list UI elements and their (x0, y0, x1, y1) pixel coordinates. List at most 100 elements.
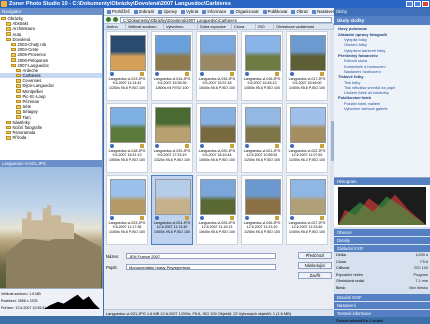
thumbnail-cell[interactable]: Languedoc-vi-015.JPG 9.6.2007 15:37:18 1/6… (196, 31, 238, 101)
thumbnail-cell[interactable]: Languedoc-vi-017.JPG 9.6.2007 15:46:00 1/4… (286, 31, 328, 101)
section-settings[interactable]: Nastavení (334, 302, 430, 309)
toolbar-item[interactable]: Informace (202, 9, 226, 14)
toolbar-item[interactable]: Úpravy (158, 9, 177, 14)
thumbnail-caption: Languedoc-vi-013.JPG 9.6.2007 11:14:42 1/2… (107, 77, 147, 90)
histogram-title[interactable]: Histogram (334, 178, 430, 185)
section-details[interactable]: Detaily (334, 237, 430, 244)
thumbnail-grid: Languedoc-vi-013.JPG 9.6.2007 11:14:42 1/2… (106, 31, 330, 249)
column-header-cell[interactable]: Velikost souboru (126, 24, 164, 29)
thumbnail-cell[interactable]: Languedoc-vi-023.JPG 9.6.2007 11:17:38 1/4… (106, 175, 148, 245)
section-basic-exif[interactable]: Základní EXIF (334, 245, 430, 252)
toolbar-label: Publikovat (267, 9, 288, 14)
toolbar-item[interactable]: Prohlížeč (107, 9, 130, 14)
section-detailed-exif[interactable]: Detailní EXIF (334, 294, 430, 301)
thumbnail-cell[interactable]: Languedoc-vi-027.JPG 12.6.2007 11:23:46 1/… (286, 175, 328, 245)
tree-item[interactable]: Příroda (0, 135, 102, 140)
toolbar-icon (230, 9, 235, 14)
toolbar-item[interactable]: Vybrat (181, 9, 198, 14)
caption-exif: 1/500s f/5.6 P,ISO 100 (244, 85, 280, 90)
toolbar-item[interactable]: Organizovat (230, 9, 259, 14)
photo-thumbnail (290, 35, 326, 71)
photo-thumbnail (110, 107, 146, 143)
address-input[interactable]: C:\Dokumenty\Obrázky\Dovolená\2007 Langu… (120, 16, 332, 23)
next-button[interactable]: Následující (298, 262, 332, 269)
info-icon (245, 216, 249, 220)
toolbar-label: Obraz (296, 9, 309, 14)
thumbnail-caption: Languedoc-vi-019.JPG 9.6.2007 17:23:19 1/3… (152, 149, 192, 162)
thumbnail-cell[interactable]: Languedoc-vi-019.JPG 9.6.2007 17:23:19 1/3… (151, 103, 193, 173)
toolbar-icon (202, 9, 207, 14)
thumbnail-cell[interactable]: Languedoc-vi-016.JPG 9.6.2007 15:45:13 1/5… (241, 31, 283, 101)
thumbnail-cell[interactable]: Languedoc-vi-021.JPG 12.6.2007 10:55:51 1/… (241, 103, 283, 173)
caption-date: 12.6.2007 11:13:40 (156, 225, 188, 230)
exif-key: Clona (336, 259, 346, 264)
photo-thumbnail (200, 35, 236, 71)
thumbnail-cell[interactable]: Languedoc-vi-026.JPG 12.6.2007 11:21:20 1/… (241, 175, 283, 245)
previous-button[interactable]: Předchozí (298, 252, 332, 259)
info-icon (245, 144, 249, 148)
folder-icon (6, 120, 11, 125)
photo-thumbnail (155, 179, 191, 215)
thumbnail-cell[interactable]: Languedoc-vi-014.JPG 9.6.2007 15:35:35 1/8… (151, 31, 193, 101)
thumbnail-caption: Languedoc-vi-020.JPG 9.6.2007 18:10:44 1/5… (197, 149, 237, 162)
thumbnail-caption: Languedoc-vi-027.JPG 12.6.2007 11:23:46 1/… (287, 221, 327, 234)
photo-thumbnail (155, 107, 191, 143)
info-icon (155, 216, 159, 220)
toolbar-icon (312, 9, 317, 14)
forward-icon[interactable] (113, 17, 118, 22)
info-icon (290, 216, 294, 220)
thumbnail-caption: Languedoc-vi-022.JPG 12.6.2007 11:07:53 1/… (287, 149, 327, 162)
info-icon (110, 72, 114, 76)
description-label: Popis: (106, 264, 118, 270)
exif-row: Délka 1/200 s (336, 253, 428, 259)
thumbnail-cell[interactable]: Languedoc-vi-013.JPG 9.6.2007 11:14:42 1/2… (106, 31, 148, 101)
toolbar-label: Zobrazit (138, 9, 155, 14)
folder-icon (16, 89, 21, 93)
task-link[interactable]: Vytvoření webové galerie (338, 106, 428, 111)
toolbar-item[interactable]: Nastavení (312, 9, 337, 14)
column-header-cell[interactable]: Vytvořeno (164, 24, 198, 29)
section-general[interactable]: Obecné (334, 229, 430, 236)
toolbar-item[interactable]: Zobrazit (133, 9, 155, 14)
rating-icon (230, 72, 234, 76)
column-header-cell[interactable]: Clona (232, 24, 256, 29)
folder-tasks-title[interactable]: Úkoly složky (334, 16, 430, 25)
photo-thumbnail (155, 35, 191, 71)
close-button[interactable] (422, 1, 429, 7)
thumbnail-caption: Languedoc-vi-026.JPG 12.6.2007 11:21:20 1/… (242, 221, 282, 234)
thumbnail-cell[interactable]: Languedoc-vi-024.JPG 12.6.2007 11:13:40 1/… (151, 175, 193, 245)
caption-date: 9.6.2007 15:45:13 (247, 81, 277, 86)
title-field[interactable]: JEN France 2007 (126, 252, 276, 260)
app-icon (1, 1, 7, 7)
column-header-cell[interactable]: Jméno (104, 24, 126, 29)
preview-castle (22, 205, 74, 239)
exif-key: Délka (336, 253, 346, 257)
thumbnail-caption: Languedoc-vi-015.JPG 9.6.2007 15:37:18 1/6… (197, 77, 237, 90)
photo-thumbnail (110, 35, 146, 71)
preview-header: Languedoc-vi-021.JPG (0, 160, 102, 167)
toolbar-item[interactable]: Obraz (291, 9, 308, 14)
exif-row: Expoziční režim Program (336, 273, 428, 279)
thumbnail-cell[interactable]: Languedoc-vi-018.JPG 9.6.2007 16:41:13 1/5… (106, 103, 148, 173)
maximize-button[interactable] (414, 1, 421, 7)
rating-icon (140, 216, 144, 220)
info-icon (200, 144, 204, 148)
close-info-button[interactable]: Zavřít (298, 272, 332, 279)
thumbnail-cell[interactable]: Languedoc-vi-022.JPG 12.6.2007 11:07:53 1/… (286, 103, 328, 173)
title-bar: Zoner Photo Studio 10 - C:\Dokumenty\Obr… (0, 0, 430, 8)
back-icon[interactable] (106, 17, 111, 22)
thumbnail-cell[interactable]: Languedoc-vi-020.JPG 9.6.2007 18:10:44 1/5… (196, 103, 238, 173)
folder-icon (11, 58, 16, 62)
caption-date: 9.6.2007 15:37:18 (202, 81, 232, 86)
info-icon (245, 72, 249, 76)
toolbar-item[interactable]: Publikovat (262, 9, 288, 14)
exif-value: 7.1 mm (415, 279, 428, 283)
photo-thumbnail (245, 107, 281, 143)
folder-icon (16, 79, 21, 83)
description-field[interactable]: Monumentální hrady Peyrepertuse (126, 263, 276, 271)
thumbnail-cell[interactable]: Languedoc-vi-025.JPG 12.6.2007 11:19:13 1/… (196, 175, 238, 245)
column-header-cell[interactable]: ISO (256, 24, 274, 29)
minimize-button[interactable] (406, 1, 413, 7)
column-header-cell[interactable]: Doba expozice (198, 24, 232, 29)
column-header-cell[interactable]: Ohnisková vzdálenost (274, 24, 334, 29)
